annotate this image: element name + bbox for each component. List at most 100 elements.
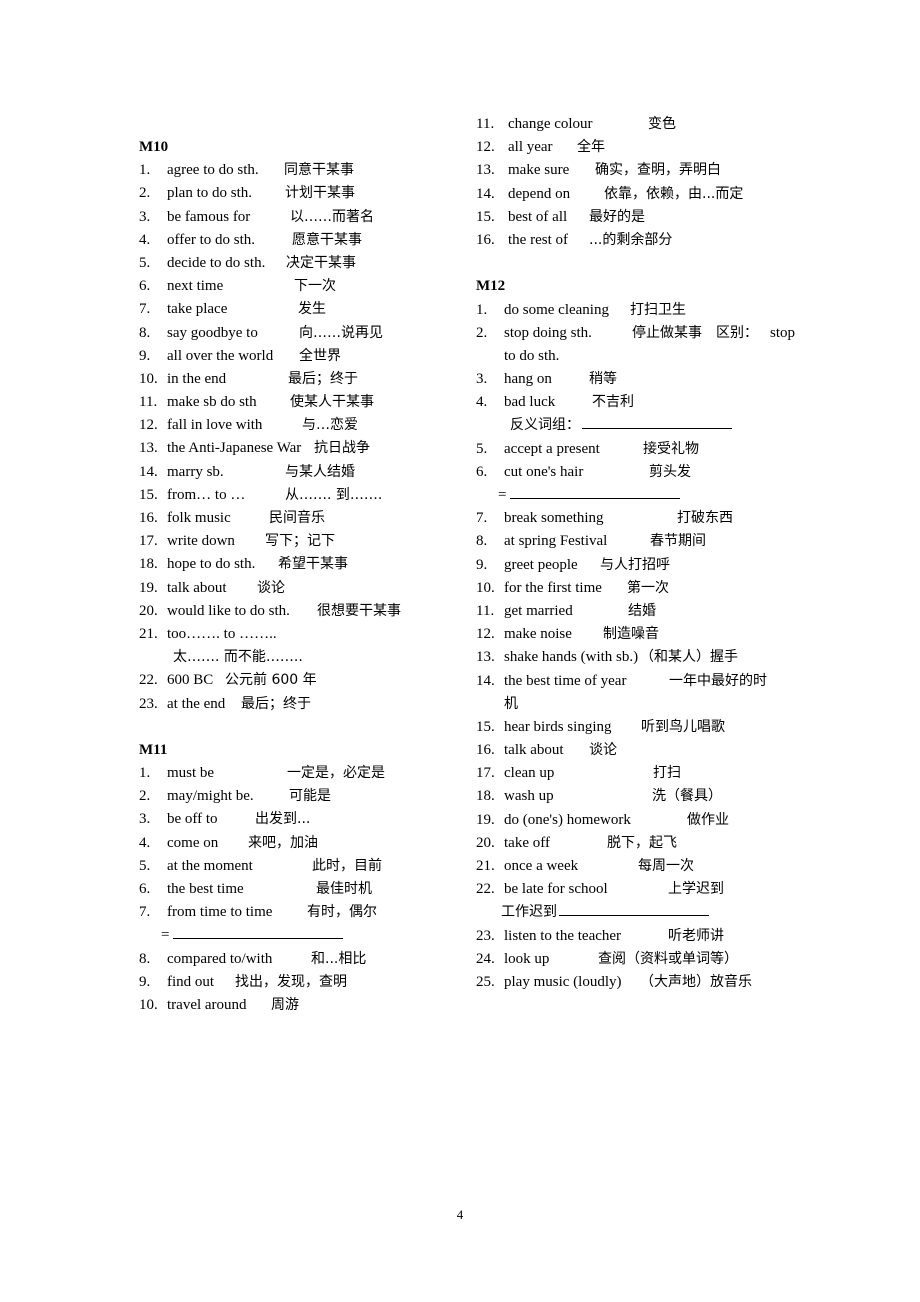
list-item: 20. take off 脱下，起飞 xyxy=(476,832,816,855)
item-number: 13. xyxy=(476,649,495,666)
list-item: 8. say goodbye to 向……说再见 xyxy=(139,322,439,345)
list-item: 10. for the first time 第一次 xyxy=(476,577,816,600)
item-english: from time to time xyxy=(167,904,273,921)
list-item: 5. accept a present 接受礼物 xyxy=(476,438,816,461)
fill-in-blank-line: 反义词组： xyxy=(476,414,816,437)
list-item: 15. best of all 最好的是 xyxy=(476,206,816,229)
item-number: 21. xyxy=(139,625,158,642)
item-chinese: 同意干某事 xyxy=(284,162,354,179)
item-english: at the moment xyxy=(167,857,253,874)
item-chinese: 公元前 600 年 xyxy=(225,672,317,689)
item-number: 7. xyxy=(476,510,488,527)
item-english: wash up xyxy=(504,788,554,805)
list-item: 4. bad luck 不吉利 xyxy=(476,391,816,414)
item-english: all year xyxy=(508,139,553,156)
item-english: get married xyxy=(504,602,573,619)
item-number: 9. xyxy=(139,347,151,364)
item-number: 25. xyxy=(476,973,495,990)
m10-list: 1. agree to do sth. 同意干某事 2. plan to do sth.… xyxy=(139,159,439,716)
item-english: fall in love with xyxy=(167,417,263,434)
item-english: be late for school xyxy=(504,881,608,898)
list-item: 6. the best time 最佳时机 xyxy=(139,878,439,901)
item-chinese: 依靠，依赖，由...而定 xyxy=(604,185,744,202)
item-chinese: 最后；终于 xyxy=(241,695,311,712)
list-item: 6. cut one's hair 剪头发 xyxy=(476,461,816,484)
item-chinese: 一定是，必定是 xyxy=(287,765,385,782)
item-chinese: 停止做某事 区别： xyxy=(632,324,758,341)
item-english: write down xyxy=(167,533,235,550)
item-chinese: 写下；记下 xyxy=(265,533,335,550)
item-english: at spring Festival xyxy=(504,533,608,550)
item-english: hope to do sth. xyxy=(167,556,256,573)
list-item: 6. next time 下一次 xyxy=(139,275,439,298)
item-number: 14. xyxy=(139,463,158,480)
fill-in-blank-line: = xyxy=(139,924,439,947)
item-chinese: 结婚 xyxy=(628,602,656,619)
item-english: at the end xyxy=(167,695,226,712)
continuation-text: 太……. 而不能…….. xyxy=(173,649,303,666)
right-column: 11. change colour 变色 12. all year 全年 13. make s… xyxy=(476,113,816,994)
item-chinese: 洗（餐具） xyxy=(652,788,722,805)
item-english: travel around xyxy=(167,996,247,1013)
item-number: 17. xyxy=(139,533,158,550)
fill-in-blank xyxy=(559,901,709,917)
item-english: change colour xyxy=(508,116,593,132)
item-english: break something xyxy=(504,510,604,527)
item-chinese: 打扫 xyxy=(653,765,681,782)
list-item: 1. do some cleaning 打扫卫生 xyxy=(476,299,816,322)
item-english: come on xyxy=(167,834,219,851)
list-item: 8. at spring Festival 春节期间 xyxy=(476,530,816,553)
item-english: cut one's hair xyxy=(504,463,584,480)
list-item: 15. hear birds singing 听到鸟儿唱歌 xyxy=(476,716,816,739)
list-item: 21. too……. to …….. xyxy=(139,623,439,646)
item-english: depend on xyxy=(508,185,571,202)
item-chinese: 第一次 xyxy=(627,579,669,596)
list-item: 11. change colour 变色 xyxy=(476,113,816,136)
item-number: 11. xyxy=(476,116,495,132)
item-number: 4. xyxy=(476,394,488,411)
item-number: 21. xyxy=(476,858,495,874)
list-item: 11. get married 结婚 xyxy=(476,600,816,623)
item-english: accept a present xyxy=(504,440,600,457)
list-item: 13. the Anti-Japanese War 抗日战争 xyxy=(139,437,439,460)
item-number: 5. xyxy=(139,254,151,271)
continuation-text: 机 xyxy=(504,695,518,712)
item-tail: stop xyxy=(770,324,796,341)
list-item: 24. look up 查阅（资料或单词等） xyxy=(476,948,816,971)
item-number: 22. xyxy=(476,881,495,898)
item-english: next time xyxy=(167,278,224,295)
item-english: do some cleaning xyxy=(504,301,609,318)
item-chinese: 打扫卫生 xyxy=(630,301,686,318)
item-english: the best time xyxy=(167,881,244,897)
item-english: compared to/with xyxy=(167,950,273,967)
item-number: 4. xyxy=(139,231,151,248)
item-english: say goodbye to xyxy=(167,324,258,341)
list-item: 10. in the end 最后；终于 xyxy=(139,368,439,391)
item-number: 11. xyxy=(139,394,158,411)
item-chinese: 向……说再见 xyxy=(299,324,383,341)
item-chinese: 稍等 xyxy=(589,371,617,388)
item-english: shake hands (with sb.) xyxy=(504,649,639,666)
list-item: 16. talk about 谈论 xyxy=(476,739,816,762)
item-chinese: 最好的是 xyxy=(589,208,645,225)
item-chinese: 不吉利 xyxy=(592,394,634,411)
item-english: play music (loudly) xyxy=(504,973,622,990)
list-item: 1. must be 一定是，必定是 xyxy=(139,762,439,785)
item-number: 13. xyxy=(139,440,158,457)
item-english: clean up xyxy=(504,765,555,782)
item-number: 24. xyxy=(476,950,495,967)
item-chinese: 制造噪音 xyxy=(603,626,659,643)
item-chinese: 有时，偶尔 xyxy=(307,904,377,921)
item-english: once a week xyxy=(504,858,579,874)
fill-in-blank xyxy=(173,924,344,940)
list-item: 7. break something 打破东西 xyxy=(476,507,816,530)
item-number: 4. xyxy=(139,834,151,851)
item-english: talk about xyxy=(167,579,227,596)
item-english: find out xyxy=(167,973,215,990)
item-number: 3. xyxy=(139,811,151,828)
item-english: listen to the teacher xyxy=(504,927,622,944)
item-number: 12. xyxy=(476,626,495,643)
item-chinese: 与…恋爱 xyxy=(302,417,358,434)
item-chinese: 找出，发现，查明 xyxy=(235,973,347,990)
item-number: 10. xyxy=(476,579,495,596)
